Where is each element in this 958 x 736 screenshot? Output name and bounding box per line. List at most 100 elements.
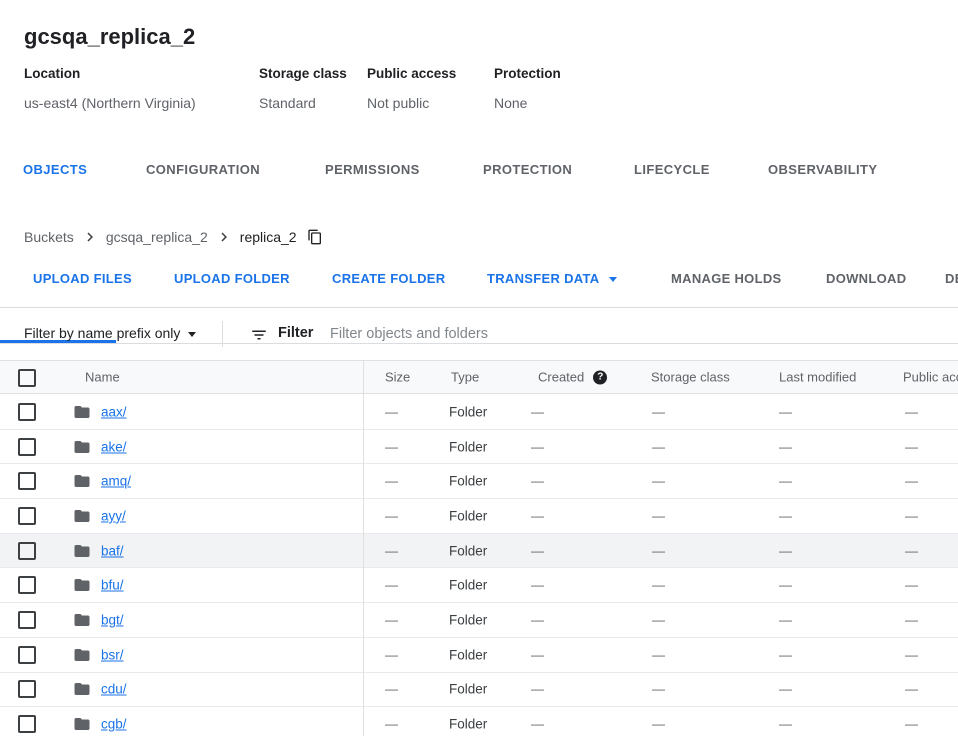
tab-bar: OBJECTS CONFIGURATION PERMISSIONS PROTECTIO…	[0, 152, 958, 192]
row-checkbox[interactable]	[18, 472, 36, 490]
cell-storage_class: —	[652, 717, 665, 732]
object-name-link[interactable]: ayy/	[101, 508, 126, 523]
object-name-link[interactable]: bgt/	[101, 612, 124, 627]
row-checkbox[interactable]	[18, 507, 36, 525]
help-icon[interactable]: ?	[593, 370, 607, 384]
tab-protection[interactable]: PROTECTION	[483, 162, 572, 177]
cell-type: Folder	[449, 612, 487, 627]
meta-label: Protection	[494, 66, 561, 81]
bucket-details-page: gcsqa_replica_2 Locationus-east4 (Northe…	[0, 0, 958, 736]
filter-scope-dropdown[interactable]: Filter by name prefix only	[24, 325, 196, 341]
bucket-meta-storage-class: Storage classStandard	[259, 66, 347, 81]
meta-value: None	[494, 95, 527, 111]
cell-created: —	[531, 543, 544, 558]
folder-icon	[73, 438, 91, 456]
bucket-meta-protection: ProtectionNone	[494, 66, 561, 81]
column-header-label: Size	[385, 370, 410, 385]
delete-button[interactable]: DELETE	[945, 271, 958, 286]
create-folder-button[interactable]: CREATE FOLDER	[332, 271, 445, 286]
folder-icon	[73, 715, 91, 733]
cell-size: —	[385, 717, 398, 732]
tab-lifecycle[interactable]: LIFECYCLE	[634, 162, 710, 177]
row-checkbox[interactable]	[18, 576, 36, 594]
meta-value: Standard	[259, 95, 316, 111]
action-toolbar: UPLOAD FILES UPLOAD FOLDER CREATE FOLDER TR…	[0, 268, 958, 298]
table-row: bgt/ — Folder — — — —	[0, 603, 958, 638]
breadcrumb-item-gcsqa_replica_2[interactable]: gcsqa_replica_2	[106, 229, 208, 245]
meta-label: Location	[24, 66, 80, 81]
cell-public_access: —	[905, 647, 918, 662]
folder-icon	[73, 542, 91, 560]
table-row: ake/—Folder————	[0, 430, 958, 465]
cell-public_access: —	[905, 612, 918, 627]
cell-public_access: —	[905, 578, 918, 593]
row-checkbox[interactable]	[18, 611, 36, 629]
cell-public_access: —	[905, 543, 918, 558]
object-name-link[interactable]: bsr/	[101, 647, 124, 662]
cell-size: —	[385, 647, 398, 662]
row-checkbox[interactable]	[18, 542, 36, 560]
cell-created: —	[531, 404, 544, 419]
column-header-type: Type	[451, 370, 479, 385]
cell-storage_class: —	[652, 682, 665, 697]
cell-type: Folder	[449, 404, 487, 419]
download-button[interactable]: DOWNLOAD	[826, 271, 906, 286]
cell-size: —	[385, 612, 398, 627]
upload-folder-button[interactable]: UPLOAD FOLDER	[174, 271, 290, 286]
object-name-link[interactable]: aax/	[101, 404, 127, 419]
cell-public_access: —	[905, 474, 918, 489]
table-row: bsr/—Folder————	[0, 638, 958, 673]
row-checkbox[interactable]	[18, 680, 36, 698]
cell-type: Folder	[449, 578, 487, 593]
transfer-data-button[interactable]: TRANSFER DATA	[487, 271, 617, 286]
object-name-link[interactable]: ake/	[101, 439, 127, 454]
object-name-link[interactable]: baf/	[101, 543, 124, 558]
select-all-checkbox[interactable]	[18, 369, 36, 387]
cell-public_access: —	[905, 717, 918, 732]
chevron-right-icon	[215, 228, 233, 246]
manage-holds-button[interactable]: MANAGE HOLDS	[671, 271, 782, 286]
arrow-drop-down-icon	[609, 277, 617, 282]
cell-storage_class: —	[652, 612, 665, 627]
tab-observability[interactable]: OBSERVABILITY	[768, 162, 877, 177]
object-name-link[interactable]: cdu/	[101, 682, 127, 697]
cell-storage_class: —	[652, 578, 665, 593]
breadcrumb-item-Buckets[interactable]: Buckets	[24, 229, 74, 245]
cell-last_modified: —	[779, 717, 792, 732]
name-column-divider	[363, 360, 364, 736]
row-checkbox[interactable]	[18, 403, 36, 421]
bucket-meta-location: Locationus-east4 (Northern Virginia)	[24, 66, 80, 81]
cell-last_modified: —	[779, 439, 792, 454]
folder-icon	[73, 680, 91, 698]
row-checkbox[interactable]	[18, 715, 36, 733]
tab-objects[interactable]: OBJECTS	[23, 162, 87, 177]
meta-value: us-east4 (Northern Virginia)	[24, 95, 196, 111]
cell-last_modified: —	[779, 612, 792, 627]
table-row: cdu/—Folder————	[0, 673, 958, 708]
upload-files-button[interactable]: UPLOAD FILES	[33, 271, 132, 286]
filter-bar: Filter by name prefix only Filter	[0, 307, 958, 360]
object-name-link[interactable]: cgb/	[101, 717, 127, 732]
object-name-link[interactable]: bfu/	[101, 578, 124, 593]
cell-type: Folder	[449, 439, 487, 454]
object-name-link[interactable]: amq/	[101, 474, 131, 489]
filter-input[interactable]	[330, 318, 945, 350]
column-header-label: Name	[85, 370, 120, 385]
row-checkbox[interactable]	[18, 438, 36, 456]
tab-configuration[interactable]: CONFIGURATION	[146, 162, 260, 177]
cell-storage_class: —	[652, 508, 665, 523]
cell-storage_class: —	[652, 647, 665, 662]
bucket-meta: Locationus-east4 (Northern Virginia)Stor…	[0, 66, 958, 122]
cell-public_access: —	[905, 682, 918, 697]
folder-icon	[73, 611, 91, 629]
filter-list-icon	[250, 326, 268, 349]
copy-path-button[interactable]	[307, 229, 323, 245]
cell-last_modified: —	[779, 543, 792, 558]
column-header-label: Last modified	[779, 370, 856, 385]
cell-created: —	[531, 612, 544, 627]
row-checkbox[interactable]	[18, 646, 36, 664]
cell-last_modified: —	[779, 404, 792, 419]
cell-created: —	[531, 682, 544, 697]
cell-created: —	[531, 717, 544, 732]
tab-permissions[interactable]: PERMISSIONS	[325, 162, 420, 177]
